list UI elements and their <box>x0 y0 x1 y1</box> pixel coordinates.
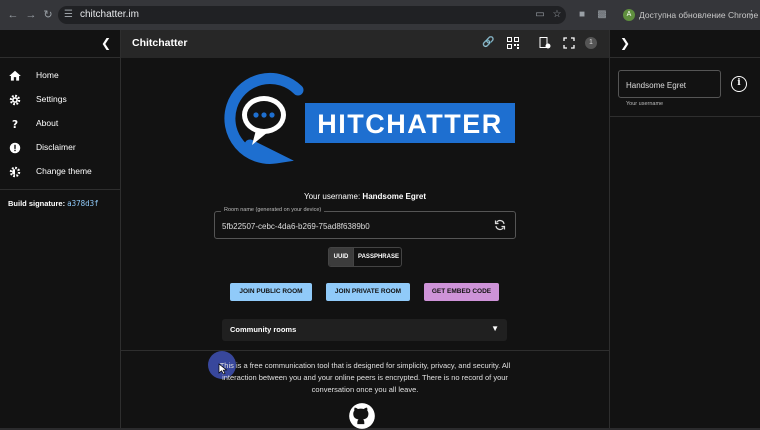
theme-icon <box>9 166 21 178</box>
chrome-update-button[interactable]: Доступна обновление Chrome <box>639 7 758 23</box>
sidebar-item-label: About <box>36 118 59 128</box>
app-window: ❮ Home Settings ? About Disclaimer Chang… <box>0 30 760 430</box>
gear-icon <box>9 94 21 106</box>
username-value: Handsome Egret <box>362 192 426 201</box>
app-title: Chitchatter <box>132 37 188 49</box>
sidebar-item-home[interactable]: Home <box>0 64 121 88</box>
app-topbar: Chitchatter 🔗 1 <box>121 30 609 58</box>
uuid-option[interactable]: UUID <box>329 248 353 266</box>
sidebar-item-label: Change theme <box>36 166 92 176</box>
right-sidebar: ❯ Handsome Egret Your username i <box>609 30 760 428</box>
passphrase-option[interactable]: PASSPHRASE <box>353 248 401 266</box>
back-icon[interactable]: ← <box>6 8 20 22</box>
question-icon: ? <box>12 119 18 131</box>
extensions-icon[interactable]: ▩ <box>595 8 609 22</box>
sidebar-item-label: Disclaimer <box>36 142 76 152</box>
cast-icon[interactable]: ▭ <box>534 9 546 21</box>
community-rooms-accordion[interactable]: Community rooms ▼ <box>222 319 507 341</box>
right-sidebar-divider <box>610 116 760 117</box>
right-sidebar-header: ❯ <box>610 30 760 58</box>
username-helper-text: Your username <box>626 101 664 107</box>
info-icon[interactable]: i <box>731 76 747 92</box>
collapse-left-sidebar-icon[interactable]: ❮ <box>101 36 111 50</box>
current-username: Your username: Handsome Egret <box>121 192 609 201</box>
notification-settings-icon[interactable] <box>539 37 551 49</box>
room-name-field[interactable]: Room name (generated on your device) 5fb… <box>214 207 516 239</box>
sidebar-item-settings[interactable]: Settings <box>0 88 121 112</box>
build-signature-label: Build signature: <box>8 199 66 208</box>
sidebar-item-label: Settings <box>36 94 67 104</box>
browser-toolbar: ← → ↻ ☰ chitchatter.im ▭ ☆ ■ ▩ A Доступн… <box>0 0 760 30</box>
join-private-room-button[interactable]: JOIN PRIVATE ROOM <box>326 283 410 301</box>
left-sidebar-header: ❮ <box>0 30 121 58</box>
forward-icon[interactable]: → <box>24 8 38 22</box>
chitchatter-logo: HITCHATTER <box>224 72 515 164</box>
sidebar-item-disclaimer[interactable]: Disclaimer <box>0 136 121 160</box>
build-signature: Build signature: a378d3f <box>8 199 99 208</box>
room-name-label: Room name (generated on your device) <box>221 207 325 213</box>
build-hash-link[interactable]: a378d3f <box>67 199 99 208</box>
bookmark-star-icon[interactable]: ☆ <box>551 9 563 21</box>
collapse-right-sidebar-icon[interactable]: ❯ <box>620 36 630 50</box>
sidebar-item-label: Home <box>36 70 59 80</box>
browser-menu-icon[interactable]: ⋮ <box>746 8 757 22</box>
room-name-input[interactable]: 5fb22507-cebc-4da6-b269-75ad8f6389b0 <box>222 222 370 231</box>
main-panel: Chitchatter 🔗 1 HITCHATTER Your username… <box>121 30 609 430</box>
svg-text:?: ? <box>12 119 18 131</box>
logo-text: HITCHATTER <box>317 109 502 139</box>
left-sidebar: ❮ Home Settings ? About Disclaimer Chang… <box>0 30 121 428</box>
username-prefix: Your username: <box>304 192 361 201</box>
alert-icon <box>9 142 21 154</box>
reload-icon[interactable]: ↻ <box>41 8 55 22</box>
home-icon <box>9 70 21 81</box>
profile-avatar[interactable]: A <box>623 9 635 21</box>
about-text: This is a free communication tool that i… <box>219 361 511 394</box>
content-divider <box>121 350 609 351</box>
url-text: chitchatter.im <box>80 9 139 20</box>
username-field[interactable]: Handsome Egret <box>618 70 721 98</box>
github-icon[interactable] <box>348 402 376 430</box>
get-embed-code-button[interactable]: GET EMBED CODE <box>424 283 499 301</box>
link-icon[interactable]: 🔗 <box>482 37 494 49</box>
mouse-pointer-icon <box>218 363 228 375</box>
username-input[interactable]: Handsome Egret <box>626 81 686 90</box>
address-bar[interactable]: ☰ chitchatter.im ▭ ☆ <box>58 6 566 24</box>
regenerate-room-icon[interactable] <box>494 219 506 231</box>
fullscreen-icon[interactable] <box>563 37 575 49</box>
sidebar-item-about[interactable]: ? About <box>0 112 121 136</box>
site-settings-icon[interactable]: ☰ <box>64 9 76 21</box>
room-type-toggle: UUID PASSPHRASE <box>328 247 402 267</box>
sidebar-item-change-theme[interactable]: Change theme <box>0 160 121 184</box>
peer-count-badge[interactable]: 1 <box>585 37 597 49</box>
join-public-room-button[interactable]: JOIN PUBLIC ROOM <box>230 283 312 301</box>
sidebar-divider <box>0 189 121 190</box>
community-rooms-label: Community rooms <box>230 325 297 334</box>
chevron-down-icon: ▼ <box>491 324 499 333</box>
qr-code-icon[interactable] <box>507 37 519 49</box>
extension-lock-icon[interactable]: ■ <box>575 8 589 22</box>
